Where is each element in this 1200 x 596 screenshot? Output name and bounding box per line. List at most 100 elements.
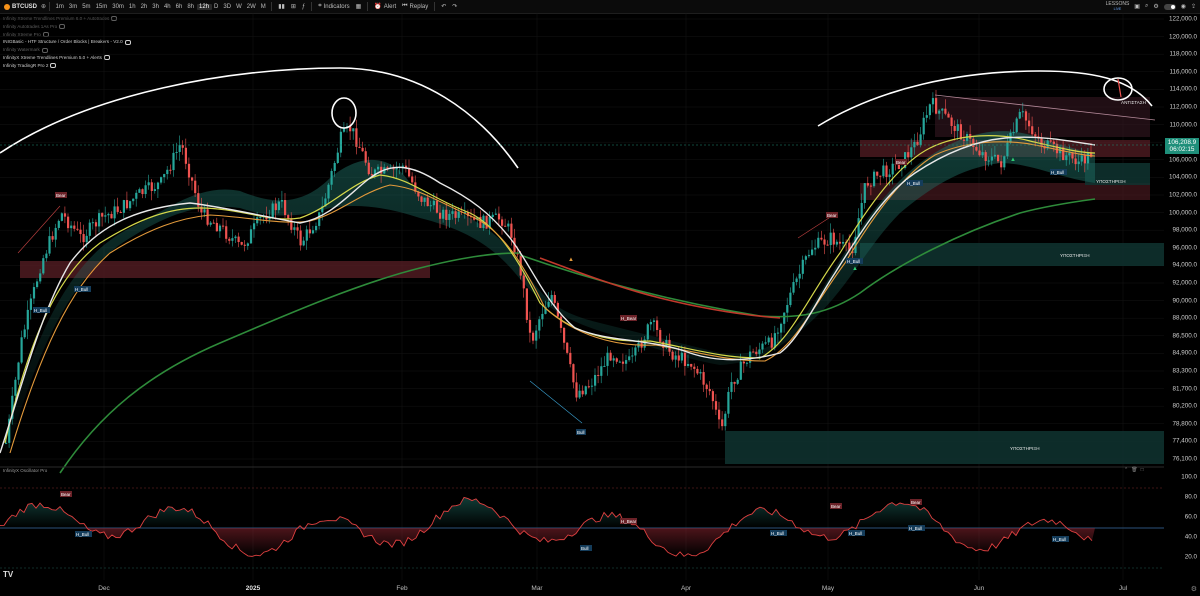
candle-body <box>891 163 894 175</box>
timeframe-2W[interactable]: 2W <box>244 4 258 10</box>
timeframe-30m[interactable]: 30m <box>110 4 127 10</box>
alert-button[interactable]: ⏰ Alert <box>371 3 399 11</box>
timeframe-3h[interactable]: 3h <box>150 4 162 10</box>
candle-body <box>780 323 783 333</box>
candle-body <box>752 351 755 353</box>
candle-body <box>835 241 838 245</box>
timeframe-1h[interactable]: 1h <box>126 4 138 10</box>
price-tick: 83,300.0 <box>1172 367 1197 375</box>
candle-body <box>122 200 125 213</box>
bear-divergence-line-2 <box>797 215 833 239</box>
candle-body <box>290 218 293 230</box>
candle-body <box>485 215 488 229</box>
timeframe-2h[interactable]: 2h <box>138 4 150 10</box>
candle-body <box>646 324 649 340</box>
search-icon[interactable]: ⌕ <box>1145 3 1148 10</box>
price-tick: 92,000.0 <box>1172 279 1197 287</box>
bull-divergence-line <box>529 380 583 424</box>
pane-controls: ⌃ 🗑 □ <box>1124 467 1144 473</box>
candle-body <box>243 244 246 246</box>
symbol-icon <box>4 3 10 10</box>
timeframe-W[interactable]: W <box>234 4 245 10</box>
buy-triangle-marker-2: ▲ <box>852 266 858 272</box>
candle-body <box>956 124 959 131</box>
candle-body <box>1074 158 1077 165</box>
replay-icon: ⏮ <box>402 3 408 9</box>
layout-grid-icon[interactable]: ▣ <box>1134 3 1140 10</box>
camera-icon[interactable]: ◉ <box>1181 3 1186 10</box>
timeframe-6h[interactable]: 6h <box>173 4 185 10</box>
candle-body <box>172 152 175 171</box>
layout-icon[interactable]: ⊞ <box>288 3 299 10</box>
timeframe-15m[interactable]: 15m <box>93 4 110 10</box>
compare-add-icon[interactable]: ⊕ <box>41 3 46 10</box>
timeframe-1m[interactable]: 1m <box>53 4 66 10</box>
candle-body <box>938 110 941 114</box>
candle-body <box>401 165 404 167</box>
timeframe-12h[interactable]: 12h <box>196 3 212 10</box>
candle-body <box>147 182 150 186</box>
axis-settings-icon[interactable]: ⚙ <box>1191 585 1197 593</box>
time-tick: Mar <box>531 585 543 592</box>
time-axis[interactable]: Dec 2025 Feb Mar Apr May Jun Jul <box>0 580 1164 596</box>
oscillator-axis[interactable]: 100.0 80.0 60.0 40.0 20.0 <box>1164 467 1200 577</box>
buy-triangle-marker: ▲ <box>1010 157 1016 163</box>
candle-body <box>14 379 17 396</box>
theme-toggle[interactable] <box>1163 3 1176 10</box>
price-tick: 98,000.0 <box>1172 226 1197 234</box>
indicators-icon: ⌗ <box>318 3 322 9</box>
symbol-search[interactable]: BTCUSD <box>0 3 41 10</box>
indicators-label: Indicators <box>323 3 350 10</box>
timeframe-3m[interactable]: 3m <box>66 4 79 10</box>
redo-icon[interactable]: ↷ <box>449 3 460 10</box>
candle-body <box>863 183 866 203</box>
timeframe-3D[interactable]: 3D <box>221 4 234 10</box>
candle-body <box>51 236 54 240</box>
timeframe-D[interactable]: D <box>212 4 221 10</box>
candle-body <box>814 247 817 250</box>
candle-body <box>652 320 656 322</box>
settings-icon[interactable]: ⚙ <box>1153 3 1158 10</box>
pane-maximize-icon[interactable]: □ <box>1141 467 1144 473</box>
candle-body <box>166 169 169 175</box>
timeframe-8h[interactable]: 8h <box>185 4 197 10</box>
candle-body <box>603 365 606 367</box>
timeframe-M[interactable]: M <box>258 4 268 10</box>
price-tick: 104,000.0 <box>1168 173 1197 181</box>
timeframe-5m[interactable]: 5m <box>80 4 93 10</box>
indicators-button[interactable]: ⌗ Indicators <box>315 3 352 10</box>
candle-body <box>953 126 956 131</box>
publish-icon[interactable]: ⇪ <box>1191 3 1196 10</box>
candle-body <box>178 145 181 152</box>
price-tick: 94,000.0 <box>1172 261 1197 269</box>
last-price-value: 106,208.9 <box>1167 139 1197 146</box>
candle-body <box>432 200 435 206</box>
fx-icon[interactable]: ƒ <box>299 4 308 10</box>
price-tick: 120,000.0 <box>1168 33 1197 41</box>
candle-body <box>54 227 57 240</box>
candle-type-icon[interactable]: ▮▮ <box>275 3 288 10</box>
templates-icon[interactable]: ▦ <box>353 3 365 10</box>
price-tick: 114,000.0 <box>1169 85 1197 93</box>
timeframe-4h[interactable]: 4h <box>161 4 173 10</box>
support-label-mid: ΥΠΟΣΤΗΡΙΞΗ <box>1060 253 1090 258</box>
candle-body <box>829 232 832 246</box>
candle-body <box>804 256 807 260</box>
candle-body <box>993 154 997 157</box>
candle-body <box>811 249 814 255</box>
undo-icon[interactable]: ↶ <box>438 3 449 10</box>
candle-body <box>445 209 448 220</box>
candle-body <box>606 352 609 366</box>
lessons-button[interactable]: LESSONS LIVE <box>1106 1 1130 12</box>
candle-body <box>745 362 749 364</box>
price-axis[interactable]: 122,000.0 120,000.0 118,000.0 116,000.0 114,… <box>1164 13 1200 468</box>
candle-body <box>683 352 687 366</box>
oscillator-signal-text: Bear <box>831 504 841 509</box>
pane-up-icon[interactable]: ⌃ <box>1124 467 1128 473</box>
pane-delete-icon[interactable]: 🗑 <box>1131 467 1137 473</box>
candle-body <box>327 184 330 199</box>
candle-body <box>67 216 70 229</box>
price-chart[interactable]: Bear H_Bull H_Bull Bear Bear Bull H_Bull… <box>0 13 1164 580</box>
candle-body <box>259 217 262 219</box>
replay-button[interactable]: ⏮ Replay <box>399 3 431 10</box>
